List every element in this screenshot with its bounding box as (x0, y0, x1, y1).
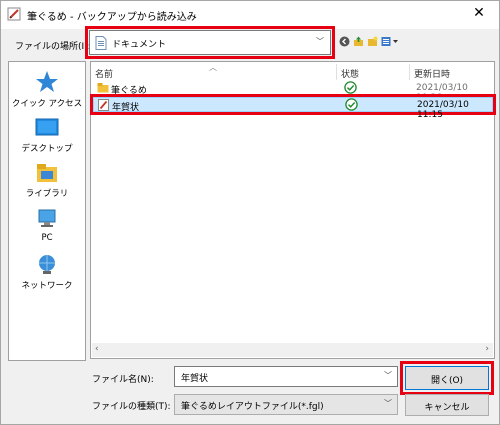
lookin-combobox[interactable]: ドキュメント ﹀ (85, 26, 335, 59)
file-name: 年賀状 (112, 103, 140, 113)
status-ok-icon (344, 81, 357, 97)
places-bar: クイック アクセス デスクトップ ライブラリ PC ネットワーク (8, 61, 86, 361)
back-icon[interactable] (339, 36, 350, 47)
place-desktop[interactable]: デスクトップ (9, 117, 85, 154)
pc-icon (38, 209, 56, 227)
place-label: クイック アクセス (11, 99, 83, 109)
place-label: PC (41, 233, 53, 243)
file-row[interactable]: 筆ぐるめ 2021/03/10 10:36 (93, 81, 493, 103)
file-modified: 2021/03/10 11:15 (417, 100, 469, 120)
fgl-file-icon (98, 99, 109, 114)
filename-value: 年賀状 (181, 374, 209, 384)
network-icon (39, 255, 55, 274)
status-ok-icon (345, 98, 358, 114)
place-label: ライブラリ (25, 189, 69, 199)
cancel-button[interactable]: キャンセル (405, 394, 489, 416)
dialog-toolbar (339, 33, 399, 49)
column-divider[interactable] (409, 64, 410, 80)
window-title: 筆ぐるめ - バックアップから読み込み (27, 12, 197, 23)
place-pc[interactable]: PC (9, 208, 85, 243)
filename-label: ファイル名(N): (92, 375, 154, 385)
place-network[interactable]: ネットワーク (9, 254, 85, 291)
lookin-value: ドキュメント (112, 40, 167, 50)
sort-ascending-icon: ︿ (209, 63, 217, 72)
title-bar: 筆ぐるめ - バックアップから読み込み ✕ (1, 1, 499, 29)
chevron-down-icon[interactable]: ﹀ (384, 370, 392, 381)
star-icon (36, 71, 58, 92)
up-folder-icon[interactable] (353, 36, 364, 47)
file-row-selected[interactable]: 年賀状 2021/03/10 11:15 (90, 94, 496, 120)
place-quick-access[interactable]: クイック アクセス (9, 70, 85, 109)
library-icon (37, 164, 57, 182)
filename-input[interactable]: 年賀状 ﹀ (174, 366, 398, 387)
chevron-down-icon[interactable]: ﹀ (384, 398, 392, 409)
desktop-icon (35, 118, 59, 136)
open-dialog: 筆ぐるめ - バックアップから読み込み ✕ ファイルの場所(I): ドキュメント… (0, 0, 500, 425)
place-label: ネットワーク (21, 281, 73, 291)
filetype-select[interactable]: 筆ぐるめレイアウトファイル(*.fgl) ﹀ (174, 394, 398, 415)
folder-icon (97, 82, 109, 96)
chevron-down-icon[interactable]: ﹀ (316, 36, 324, 47)
file-list[interactable]: 名前 ︿ 状態 更新日時 筆ぐるめ 2021/03/10 10:36 年賀状 2… (90, 61, 496, 359)
place-label: デスクトップ (21, 144, 73, 154)
lookin-label: ファイルの場所(I): (15, 42, 91, 52)
column-header-modified[interactable]: 更新日時 (414, 67, 450, 80)
documents-folder-icon (95, 36, 107, 50)
view-menu-icon[interactable] (381, 36, 399, 47)
filetype-value: 筆ぐるめレイアウトファイル(*.fgl) (181, 402, 324, 412)
open-button[interactable]: 開く(O) (400, 361, 494, 395)
filetype-label: ファイルの種類(T): (92, 402, 171, 412)
file-name: 筆ぐるめ (111, 86, 147, 96)
column-header-status[interactable]: 状態 (341, 67, 359, 80)
scroll-right-icon[interactable]: › (485, 344, 489, 354)
column-divider[interactable] (336, 64, 337, 80)
new-folder-icon[interactable] (367, 36, 378, 47)
place-library[interactable]: ライブラリ (9, 162, 85, 199)
scroll-left-icon[interactable]: ‹ (95, 344, 99, 354)
close-icon[interactable]: ✕ (469, 5, 489, 21)
horizontal-scrollbar[interactable]: ‹ › (92, 343, 493, 357)
column-header-name[interactable]: 名前 (95, 67, 113, 80)
fudegurume-app-icon (7, 7, 21, 21)
